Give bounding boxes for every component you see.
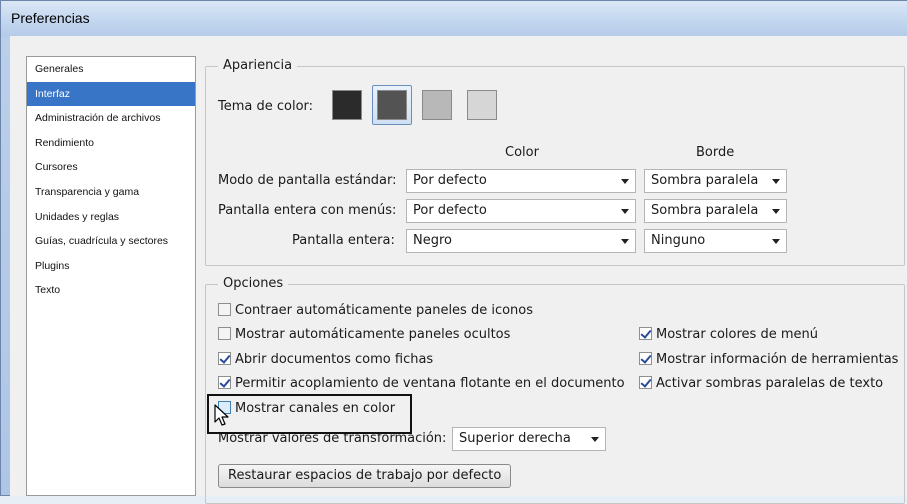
chevron-down-icon — [772, 209, 780, 214]
auto-collapse-icon-panels-checkbox[interactable]: Contraer automáticamente paneles de icon… — [218, 302, 533, 320]
title-bar[interactable]: Preferencias — [1, 1, 907, 37]
show-tool-tips-checkbox[interactable]: Mostrar información de herramientas — [639, 351, 898, 369]
full-screen-menus-label: Pantalla entera con menús: — [218, 203, 397, 218]
checkbox-label: Mostrar información de herramientas — [656, 352, 899, 367]
chevron-down-icon — [621, 209, 629, 214]
sidebar-item-plugins[interactable]: Plugins — [27, 254, 195, 279]
window-title: Preferencias — [11, 10, 90, 26]
checkbox-label: Mostrar automáticamente paneles ocultos — [235, 327, 511, 342]
enable-text-drop-shadows-checkbox[interactable]: Activar sombras paralelas de texto — [639, 375, 883, 393]
theme-swatch-light[interactable] — [422, 90, 452, 120]
chevron-down-icon — [621, 179, 629, 184]
sidebar-item-cursores[interactable]: Cursores — [27, 155, 195, 180]
full-screen-border-value: Ninguno — [651, 233, 706, 248]
theme-swatch-darkest[interactable] — [332, 90, 362, 120]
appearance-legend: Apariencia — [218, 58, 298, 73]
open-documents-as-tabs-checkbox[interactable]: Abrir documentos como fichas — [218, 351, 433, 369]
checkbox-label: Abrir documentos como fichas — [235, 352, 434, 367]
full-screen-border-select[interactable]: Ninguno — [644, 229, 787, 253]
full-screen-menus-border-value: Sombra paralela — [651, 203, 759, 218]
checkbox-box[interactable] — [218, 352, 231, 365]
column-header-borde: Borde — [696, 145, 735, 160]
standard-screen-border-select[interactable]: Sombra paralela — [644, 169, 787, 193]
auto-show-hidden-panels-checkbox[interactable]: Mostrar automáticamente paneles ocultos — [218, 326, 510, 344]
checkbox-box[interactable] — [218, 376, 231, 389]
theme-swatch-lightest[interactable] — [467, 90, 497, 120]
transform-values-value: Superior derecha — [459, 431, 571, 446]
full-screen-color-select[interactable]: Negro — [406, 229, 636, 253]
highlight-callout-box — [207, 394, 412, 434]
checkbox-box[interactable] — [639, 376, 652, 389]
checkbox-box[interactable] — [218, 303, 231, 316]
sidebar-item-guias-cuadricula[interactable]: Guías, cuadrícula y sectores — [27, 229, 195, 254]
full-screen-menus-border-select[interactable]: Sombra paralela — [644, 199, 787, 223]
sidebar-item-transparencia-gama[interactable]: Transparencia y gama — [27, 180, 195, 205]
full-screen-menus-color-select[interactable]: Por defecto — [406, 199, 636, 223]
theme-swatch-dark[interactable] — [377, 90, 407, 120]
sidebar-item-interfaz[interactable]: Interfaz — [27, 81, 195, 107]
chevron-down-icon — [621, 239, 629, 244]
color-theme-label: Tema de color: — [218, 99, 314, 114]
full-screen-menus-color-value: Por defecto — [413, 203, 487, 218]
full-screen-color-value: Negro — [413, 233, 452, 248]
checkbox-label: Activar sombras paralelas de texto — [656, 376, 884, 391]
full-screen-label: Pantalla entera: — [292, 233, 395, 248]
standard-screen-mode-label: Modo de pantalla estándar: — [218, 173, 397, 188]
options-legend: Opciones — [218, 276, 289, 291]
chevron-down-icon — [772, 239, 780, 244]
checkbox-box[interactable] — [218, 327, 231, 340]
chevron-down-icon — [591, 437, 599, 442]
sidebar-item-rendimiento[interactable]: Rendimiento — [27, 131, 195, 156]
restore-default-workspaces-button[interactable]: Restaurar espacios de trabajo por defect… — [218, 464, 512, 488]
standard-screen-color-select[interactable]: Por defecto — [406, 169, 636, 193]
preferences-category-list: Generales Interfaz Administración de arc… — [26, 56, 196, 496]
checkbox-label: Contraer automáticamente paneles de icon… — [235, 303, 534, 318]
sidebar-item-texto[interactable]: Texto — [27, 278, 195, 303]
checkbox-box[interactable] — [639, 352, 652, 365]
standard-screen-color-value: Por defecto — [413, 173, 487, 188]
chevron-down-icon — [772, 179, 780, 184]
sidebar-item-generales[interactable]: Generales — [27, 57, 195, 82]
sidebar-item-unidades-reglas[interactable]: Unidades y reglas — [27, 205, 195, 230]
mouse-pointer-icon — [214, 404, 229, 426]
checkbox-box[interactable] — [639, 327, 652, 340]
transform-values-select[interactable]: Superior derecha — [452, 427, 606, 451]
checkbox-label: Permitir acoplamiento de ventana flotant… — [235, 376, 625, 391]
sidebar-item-administracion-archivos[interactable]: Administración de archivos — [27, 106, 195, 131]
column-header-color: Color — [505, 145, 539, 160]
checkbox-label: Mostrar colores de menú — [656, 327, 818, 342]
enable-floating-window-docking-checkbox[interactable]: Permitir acoplamiento de ventana flotant… — [218, 375, 625, 393]
standard-screen-border-value: Sombra paralela — [651, 173, 759, 188]
show-menu-colors-checkbox[interactable]: Mostrar colores de menú — [639, 326, 818, 344]
